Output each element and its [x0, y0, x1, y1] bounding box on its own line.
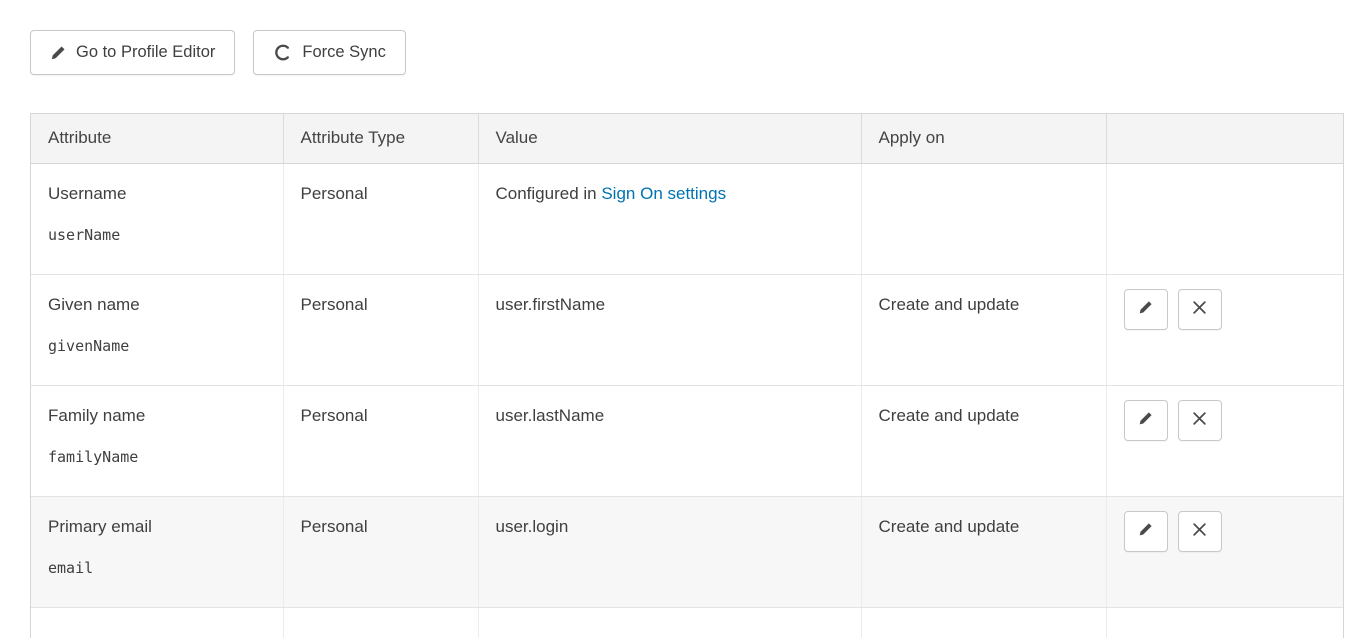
force-sync-button[interactable]: Force Sync	[253, 30, 405, 75]
force-sync-label: Force Sync	[302, 43, 385, 62]
sign-on-settings-link[interactable]: Sign On settings	[601, 184, 726, 203]
edit-attribute-button[interactable]	[1124, 289, 1168, 330]
table-row-primary-email: Primary email email Personal user.login …	[31, 496, 1344, 607]
go-to-profile-editor-label: Go to Profile Editor	[76, 43, 215, 62]
attribute-variable: email	[48, 559, 266, 577]
value-text: user.lastName	[496, 406, 605, 425]
value-cell	[478, 607, 861, 638]
attribute-type-label: Personal	[301, 406, 368, 425]
apply-on-cell: Create and update	[861, 385, 1106, 496]
attribute-mappings-table: Attribute Attribute Type Value Apply on …	[30, 113, 1344, 638]
value-cell: Configured in Sign On settings	[478, 163, 861, 274]
table-row-family-name: Family name familyName Personal user.las…	[31, 385, 1344, 496]
value-cell: user.firstName	[478, 274, 861, 385]
pencil-icon	[1138, 411, 1153, 429]
delete-attribute-button[interactable]	[1178, 289, 1222, 330]
column-header-attribute-type: Attribute Type	[283, 114, 478, 163]
column-header-value: Value	[478, 114, 861, 163]
value-text: Configured in	[496, 184, 602, 203]
column-header-apply-on: Apply on	[861, 114, 1106, 163]
attribute-cell: Primary email email	[31, 496, 283, 607]
delete-attribute-button[interactable]	[1178, 511, 1222, 552]
attribute-cell: Family name familyName	[31, 385, 283, 496]
attribute-cell	[31, 607, 283, 638]
attribute-variable: userName	[48, 226, 266, 244]
actions-cell	[1106, 274, 1344, 385]
attribute-type-cell: Personal	[283, 385, 478, 496]
actions-cell	[1106, 496, 1344, 607]
attribute-type-cell: Personal	[283, 274, 478, 385]
actions-cell	[1106, 607, 1344, 638]
pencil-icon	[50, 45, 66, 61]
attribute-label: Given name	[48, 295, 266, 315]
toolbar: Go to Profile Editor Force Sync	[30, 30, 1344, 75]
table-header-row: Attribute Attribute Type Value Apply on	[31, 114, 1344, 163]
apply-on-cell	[861, 607, 1106, 638]
attribute-label: Family name	[48, 406, 266, 426]
table-row-given-name: Given name givenName Personal user.first…	[31, 274, 1344, 385]
value-text: user.login	[496, 517, 569, 536]
attribute-type-label: Personal	[301, 184, 368, 203]
x-icon	[1192, 522, 1207, 540]
attribute-type-cell: Personal	[283, 496, 478, 607]
attribute-type-cell: Personal	[283, 163, 478, 274]
attribute-label: Username	[48, 184, 266, 204]
value-cell: user.lastName	[478, 385, 861, 496]
attribute-variable: givenName	[48, 337, 266, 355]
attribute-type-label: Personal	[301, 517, 368, 536]
value-cell: user.login	[478, 496, 861, 607]
value-text: user.firstName	[496, 295, 606, 314]
go-to-profile-editor-button[interactable]: Go to Profile Editor	[30, 30, 235, 75]
attribute-label: Primary email	[48, 517, 266, 537]
attribute-variable: familyName	[48, 448, 266, 466]
table-row-username: Username userName Personal Configured in…	[31, 163, 1344, 274]
edit-attribute-button[interactable]	[1124, 400, 1168, 441]
column-header-attribute: Attribute	[31, 114, 283, 163]
table-row-partial	[31, 607, 1344, 638]
apply-on-cell	[861, 163, 1106, 274]
pencil-icon	[1138, 522, 1153, 540]
attribute-cell: Username userName	[31, 163, 283, 274]
column-header-actions	[1106, 114, 1344, 163]
edit-attribute-button[interactable]	[1124, 511, 1168, 552]
sync-refresh-icon	[273, 43, 292, 62]
x-icon	[1192, 411, 1207, 429]
attribute-cell: Given name givenName	[31, 274, 283, 385]
attribute-type-label: Personal	[301, 295, 368, 314]
apply-on-cell: Create and update	[861, 274, 1106, 385]
attribute-type-cell	[283, 607, 478, 638]
actions-cell	[1106, 163, 1344, 274]
apply-on-cell: Create and update	[861, 496, 1106, 607]
pencil-icon	[1138, 300, 1153, 318]
actions-cell	[1106, 385, 1344, 496]
x-icon	[1192, 300, 1207, 318]
delete-attribute-button[interactable]	[1178, 400, 1222, 441]
attribute-mappings-page: Go to Profile Editor Force Sync Attribut…	[0, 0, 1370, 638]
